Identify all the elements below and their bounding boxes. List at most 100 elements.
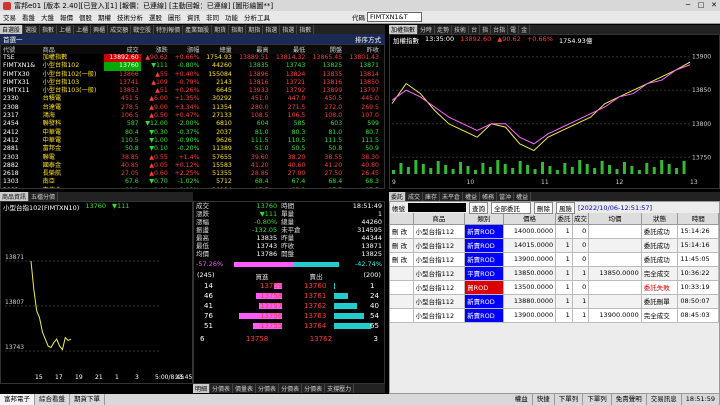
status-right-6[interactable]: 18:51:59: [682, 394, 720, 405]
order-row[interactable]: 小型台指112 平賣ROD 13850.0000 1 1 13850.0000 完全成交 10…: [390, 266, 719, 281]
orders-col-header[interactable]: 均價: [588, 213, 642, 225]
tab-quoteTabs-8[interactable]: 特別報價: [154, 25, 184, 34]
tab-bookTabs-3[interactable]: 分價表: [256, 384, 280, 393]
tab-quoteTabs-12[interactable]: 期指: [246, 25, 264, 34]
quote-col-header[interactable]: 昨收: [344, 45, 381, 54]
tab-quoteTabs-9[interactable]: 產業類股: [183, 25, 213, 34]
maximize-icon[interactable]: □: [695, 1, 707, 10]
status-tab-2[interactable]: 期貨下單: [70, 394, 105, 405]
tab-ordTabs-6[interactable]: 當沖: [497, 192, 515, 201]
book-level[interactable]: 76 13756 13763 54: [194, 311, 384, 321]
tab-quoteTabs-13[interactable]: 指選: [263, 25, 281, 34]
tab-quoteTabs-14[interactable]: 指選: [280, 25, 298, 34]
toolbar-menu-9[interactable]: 資訊: [184, 12, 203, 22]
order-row[interactable]: 小型台指112 新賣ROD 13900.0000 1 1 13900.0000 完全成交 08…: [390, 308, 719, 323]
tab-quoteTabs-4[interactable]: 上櫃: [74, 25, 92, 34]
book-level[interactable]: 51 13755 13764 65: [194, 321, 384, 331]
tab-quoteTabs-1[interactable]: 選股: [23, 25, 41, 34]
tab-bookTabs-5[interactable]: 分價表: [302, 384, 326, 393]
tab-quoteTabs-10[interactable]: 期貨: [212, 25, 230, 34]
risk-button[interactable]: 風險: [556, 202, 575, 214]
tab-quoteTabs-3[interactable]: 上櫃: [57, 25, 75, 34]
toolbar-menu-4[interactable]: 個股: [76, 12, 95, 22]
quote-row[interactable]: 1303 南亞 67.6 ▼0.70 -1.02% 5712 68.4 67.4 68.4 68.…: [1, 178, 381, 186]
quote-row[interactable]: FIMTX31 小型台指103 13741 ▲109 -0.79% 2143 13816 13…: [1, 79, 381, 87]
order-row[interactable]: 刪 改小型台指112 新賣ROD 13900.0000 1 0 委託成功 11:45:05: [390, 252, 719, 267]
toolbar-menu-7[interactable]: 選股: [146, 12, 165, 22]
sort-mode[interactable]: 排序方式: [355, 34, 385, 44]
tab-bookTabs-6[interactable]: 支撐壓力: [325, 384, 355, 393]
quote-col-header[interactable]: 最高: [233, 45, 271, 54]
quote-col-header[interactable]: 漲幅: [169, 45, 202, 54]
tab-quoteTabs-6[interactable]: 成交額: [108, 25, 132, 34]
group-name[interactable]: 首選一: [0, 34, 23, 44]
quote-row[interactable]: FIMTX30 小型台指102(一般) 13866 ▲55 +0.40% 155084 13…: [1, 71, 381, 79]
tab-ordTabs-4[interactable]: 權益: [463, 192, 481, 201]
toolbar-menu-12[interactable]: 分析工具: [241, 12, 273, 22]
quote-row[interactable]: 2882 國泰金 40.85 ▲0.05 +0.12% 15583 41.20 40.60 41…: [1, 162, 381, 170]
tab-detTabs-0[interactable]: 商品資訊: [0, 192, 30, 201]
toolbar-menu-11[interactable]: 功能: [222, 12, 241, 22]
quote-col-header[interactable]: 成交: [103, 45, 141, 54]
tab-quoteTabs-15[interactable]: 指數: [297, 25, 315, 34]
orders-col-header[interactable]: 類別: [464, 213, 504, 225]
tab-bookTabs-4[interactable]: 分價表: [279, 384, 303, 393]
tab-ordTabs-3[interactable]: 未平倉: [440, 192, 464, 201]
symbol-input[interactable]: FIMTXN1&T: [367, 12, 422, 22]
account-select[interactable]: [408, 203, 466, 212]
status-tab-1[interactable]: 綜合看盤: [35, 394, 70, 405]
quote-row[interactable]: 2330 台積電 451.5 ▲6.00 +1.35% 30292 451.0 447.0 45…: [1, 95, 381, 103]
tab-detTabs-1[interactable]: 五檔分價: [29, 192, 59, 201]
order-row[interactable]: 刪 改小型台指112 新賣ROD 14000.0000 1 0 委託成功 15:14:26: [390, 224, 719, 239]
tab-quoteTabs-0[interactable]: 自選股: [0, 25, 24, 34]
status-right-1[interactable]: 快捷: [533, 394, 555, 405]
tab-idxTabs-0[interactable]: 加權指數: [389, 25, 419, 34]
tab-idxTabs-8[interactable]: 金: [519, 25, 531, 34]
order-row[interactable]: 小型台指112 新賣ROD 13880.0000 1 1 委託刪單 08:50:07: [390, 294, 719, 309]
order-cell-act[interactable]: [390, 308, 414, 323]
order-filter-select[interactable]: 全部委託: [491, 202, 531, 214]
index-line-chart[interactable]: 13900 13850 13800 13750 9 10 11 12 13: [390, 44, 719, 188]
tab-quoteTabs-11[interactable]: 指期: [229, 25, 247, 34]
orders-col-header[interactable]: [390, 213, 414, 225]
tab-idxTabs-7[interactable]: 電: [508, 25, 520, 34]
orders-col-header[interactable]: 委託: [555, 213, 573, 225]
quote-row[interactable]: 2618 長榮航 27.05 ▲0.60 +2.25% 51355 28.85 27.00 27…: [1, 170, 381, 178]
quote-col-header[interactable]: 商品: [40, 45, 104, 54]
order-row[interactable]: 刪 改小型台指112 新賣ROD 14015.0000 1 0 委託成功 15:14:16: [390, 238, 719, 253]
quote-row[interactable]: 2881 富邦金 50.8 ▼0.10 -0.20% 11389 51.0 50.5 50.8 5…: [1, 145, 381, 153]
quote-col-header[interactable]: 開盤: [307, 45, 345, 54]
status-right-4[interactable]: 免責聲明: [612, 394, 647, 405]
order-cell-act[interactable]: [390, 294, 414, 309]
quote-col-header[interactable]: 最低: [270, 45, 308, 54]
tab-ordTabs-7[interactable]: 權益: [514, 192, 532, 201]
order-cell-act[interactable]: 刪 改: [390, 224, 414, 239]
book-level[interactable]: 14 13759 13760 1: [194, 281, 384, 291]
tab-quoteTabs-5[interactable]: 興櫃: [91, 25, 109, 34]
status-right-3[interactable]: 下單列: [583, 394, 612, 405]
toolbar-menu-3[interactable]: 報價: [57, 12, 76, 22]
mini-intraday-chart[interactable]: 13871138071374315 17 19 21 1 3 5:00/8:4513:45: [1, 211, 192, 383]
quote-col-header[interactable]: 總量: [201, 45, 234, 54]
orders-col-header[interactable]: 成交: [572, 213, 590, 225]
order-row[interactable]: 小型台指112 買ROD 13500.0000 1 0 委託失敗 10:33:19: [390, 280, 719, 295]
tab-idxTabs-4[interactable]: 台: [469, 25, 481, 34]
quote-row[interactable]: 2303 聯電 38.85 ▲0.55 +1.4% 57655 39.60 38.20 38.5…: [1, 154, 381, 162]
toolbar-menu-5[interactable]: 期權: [95, 12, 114, 22]
order-cell-act[interactable]: 刪 改: [390, 238, 414, 253]
minimize-icon[interactable]: ─: [682, 1, 694, 10]
book-level[interactable]: 46 13758 13761 24: [194, 291, 384, 301]
quote-row[interactable]: 2308 台達電 278.5 ▲9.00 +3.34% 11354 280.0 271.5 27…: [1, 104, 381, 112]
toolbar-menu-10[interactable]: 非同: [203, 12, 222, 22]
status-right-0[interactable]: 權益: [511, 394, 533, 405]
tab-bookTabs-1[interactable]: 分價表: [210, 384, 234, 393]
status-right-2[interactable]: 下單列: [555, 394, 584, 405]
book-level[interactable]: 41 13757 13762 40: [194, 301, 384, 311]
status-tab-0[interactable]: 富邦電子: [0, 394, 35, 405]
toolbar-menu-2[interactable]: 大盤: [38, 12, 57, 22]
quote-row[interactable]: 2891中信金86.1▼1.60-1.82%1018487.785.887.78…: [1, 187, 381, 188]
toolbar-menu-1[interactable]: 看盤: [19, 12, 38, 22]
order-cell-act[interactable]: [390, 280, 414, 295]
tab-bookTabs-2[interactable]: 價量表: [233, 384, 257, 393]
delete-button[interactable]: 刪除: [534, 202, 553, 214]
